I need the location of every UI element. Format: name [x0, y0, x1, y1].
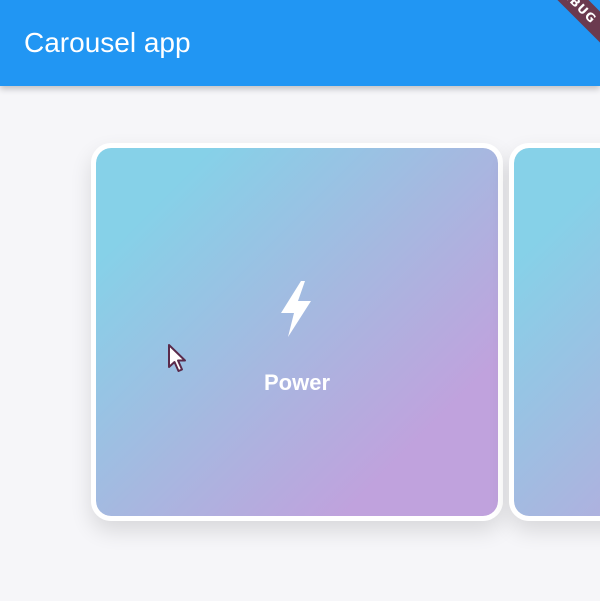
carousel-card-next[interactable] [509, 143, 600, 521]
card-label: Power [263, 370, 331, 395]
app-bar: Carousel app [0, 0, 600, 86]
card-gradient-background [514, 148, 600, 516]
app-bar-title: Carousel app [24, 27, 191, 58]
lightning-bolt-icon [281, 281, 311, 337]
mouse-pointer-icon [168, 344, 186, 372]
carousel-card-power[interactable]: Power [91, 143, 503, 521]
carousel[interactable]: Power [0, 86, 600, 601]
carousel-app-window: Carousel app DEBUG Power [0, 0, 600, 601]
